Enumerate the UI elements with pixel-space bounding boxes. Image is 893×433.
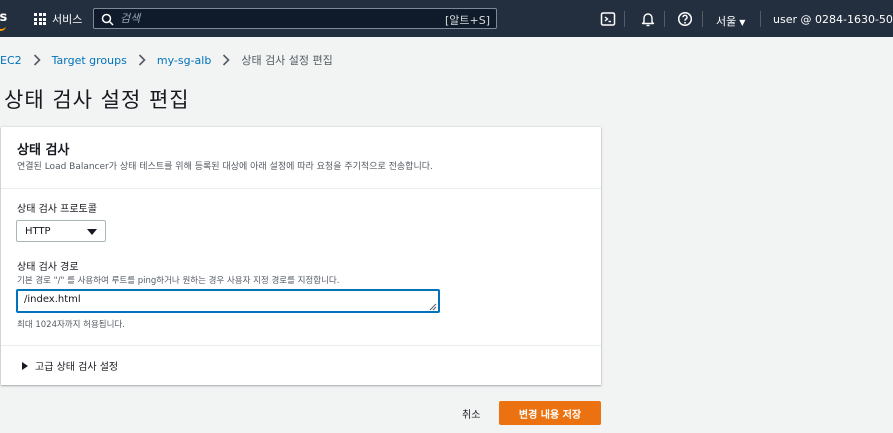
section-description: 연결된 Load Balancer가 상태 테스트를 위해 등록된 대상에 아래… [17, 162, 433, 172]
protocol-select[interactable]: HTTP [16, 220, 106, 242]
section-title: 상태 검사 [17, 143, 70, 158]
nav-divider [760, 11, 761, 27]
breadcrumb-target-group[interactable]: my-sg-alb [157, 54, 211, 67]
grid-icon [34, 13, 46, 25]
services-label: 서비스 [52, 13, 83, 26]
search-icon [101, 13, 114, 26]
aws-logo-smile [0, 26, 6, 31]
top-navigation: ys 서비스 [알트+S] 서울▼ user @ 0 [0, 0, 893, 37]
chevron-right-icon [138, 54, 146, 66]
resize-handle-icon[interactable] [429, 303, 437, 311]
region-selector[interactable]: 서울 ▼ [716, 13, 745, 29]
protocol-label: 상태 검사 프로토콜 [17, 204, 97, 215]
help-icon[interactable] [677, 11, 693, 27]
path-label: 상태 검사 경로 [17, 262, 79, 273]
search-input[interactable] [120, 11, 420, 26]
cloudshell-icon[interactable] [600, 11, 616, 27]
nav-divider [624, 11, 625, 27]
search-box[interactable]: [알트+S] [93, 8, 497, 29]
breadcrumb-target-groups[interactable]: Target groups [52, 54, 127, 67]
save-changes-button[interactable]: 변경 내용 저장 [499, 401, 601, 425]
health-check-container: 상태 검사 연결된 Load Balancer가 상태 테스트를 위해 등록된 … [1, 127, 601, 385]
protocol-value: HTTP [25, 226, 51, 237]
bell-icon[interactable] [640, 11, 656, 27]
region-label: 서울 [716, 15, 737, 28]
breadcrumb: EC2 Target groups my-sg-alb 상태 검사 설정 편집 [0, 52, 333, 68]
path-constraint: 최대 1024자까지 허용됩니다. [17, 320, 125, 330]
health-check-path-input[interactable]: /index.html [16, 289, 440, 313]
nav-divider [702, 11, 703, 27]
search-shortcut-hint: [알트+S] [444, 14, 490, 27]
breadcrumb-ec2[interactable]: EC2 [0, 54, 22, 67]
caret-right-icon [22, 361, 28, 370]
advanced-settings-toggle[interactable]: 고급 상태 검사 설정 [22, 358, 118, 373]
account-label: user @ 0284-1630-5040 [773, 13, 893, 26]
chevron-right-icon [223, 54, 230, 66]
container-header: 상태 검사 연결된 Load Balancer가 상태 테스트를 위해 등록된 … [1, 127, 601, 189]
services-menu-button[interactable]: 서비스 [34, 11, 82, 27]
caret-down-icon [87, 229, 97, 235]
breadcrumb-current: 상태 검사 설정 편집 [241, 54, 333, 67]
path-description: 기본 경로 "/" 를 사용하여 루트를 ping하거나 원하는 경우 사용자 … [17, 276, 340, 286]
account-menu[interactable]: user @ 0284-1630-5040 [773, 13, 893, 26]
nav-divider [664, 11, 665, 27]
chevron-right-icon [33, 54, 41, 66]
aws-logo[interactable]: ys [0, 10, 7, 25]
advanced-settings-label: 고급 상태 검사 설정 [35, 362, 119, 373]
caret-down-icon: ▼ [739, 18, 746, 27]
section-divider [1, 345, 601, 346]
page-title: 상태 검사 설정 편집 [4, 88, 190, 112]
cancel-button[interactable]: 취소 [454, 401, 488, 425]
